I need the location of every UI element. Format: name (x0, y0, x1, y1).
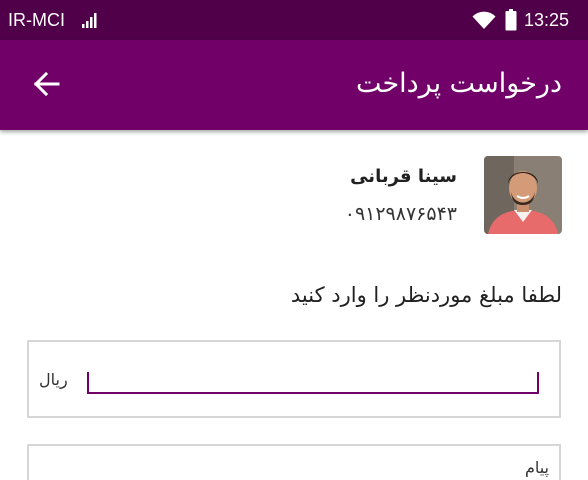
input-underline-right-tick (537, 372, 539, 394)
signal-icon (82, 12, 98, 32)
page-title: درخواست پرداخت (355, 68, 562, 99)
message-label: پیام (524, 458, 549, 477)
arrow-back-icon (32, 70, 60, 102)
input-underline-left-tick (87, 372, 89, 394)
app-bar: درخواست پرداخت (0, 40, 588, 130)
wifi-icon (472, 10, 496, 34)
message-field[interactable]: پیام (27, 444, 561, 480)
carrier-name: IR-MCI (8, 10, 65, 30)
back-button[interactable] (22, 62, 70, 110)
user-phone: ۰۹۱۲۹۸۷۶۵۴۳ (344, 203, 457, 225)
clock: 13:25 (524, 10, 570, 30)
amount-field-container: ریال (27, 340, 561, 418)
currency-label: ریال (39, 370, 68, 389)
avatar (484, 156, 562, 234)
status-bar: IR-MCI 13:25 (0, 0, 588, 40)
amount-input[interactable] (87, 366, 539, 394)
user-name: سینا قربانی (350, 166, 457, 187)
amount-prompt: لطفا مبلغ موردنظر را وارد کنید (290, 283, 562, 307)
battery-icon (505, 9, 517, 35)
